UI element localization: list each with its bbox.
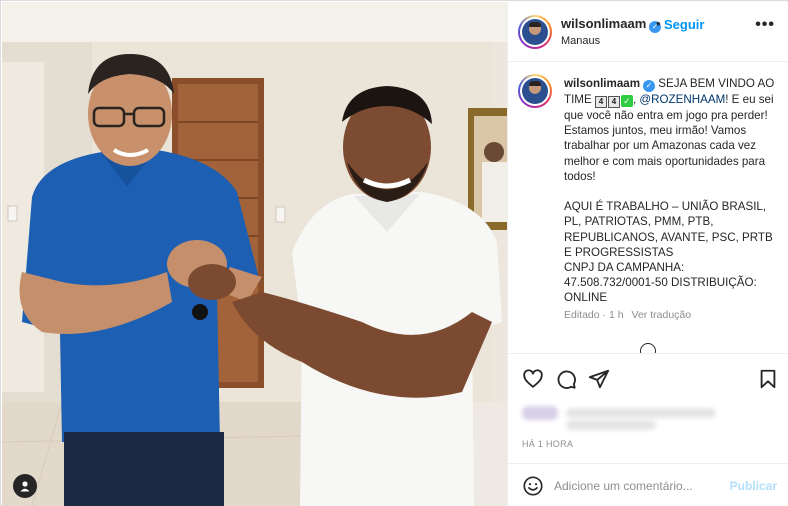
post-photo-illustration bbox=[2, 2, 507, 506]
edited-label: Editado · 1 h bbox=[564, 309, 624, 321]
author-avatar[interactable] bbox=[518, 15, 552, 49]
actions-section: HÁ 1 HORA bbox=[508, 353, 788, 463]
likes-summary-blurred bbox=[522, 406, 722, 430]
post-photo[interactable] bbox=[2, 2, 507, 506]
keycap-four-emoji: 4 bbox=[594, 96, 607, 108]
comment-input[interactable] bbox=[554, 476, 722, 496]
verified-badge-icon: ✓ bbox=[643, 80, 656, 92]
caption-section: wilsonlimaam ✓ SEJA BEM VINDO AO TIME 4 4 ✓… bbox=[508, 63, 788, 353]
bookmark-icon[interactable] bbox=[757, 368, 779, 390]
publish-button[interactable]: Publicar bbox=[730, 479, 777, 493]
comment-bar: Publicar bbox=[508, 463, 788, 506]
caption-text: wilsonlimaam ✓ SEJA BEM VINDO AO TIME 4 4 ✓… bbox=[564, 77, 775, 305]
heart-icon[interactable] bbox=[522, 368, 544, 390]
dot-separator: • bbox=[656, 16, 661, 31]
load-more-comments-icon[interactable] bbox=[640, 343, 656, 353]
keycap-four-emoji: 4 bbox=[607, 96, 620, 108]
instagram-post-modal: wilsonlimaam ✓ • Seguir Manaus ••• wilson… bbox=[0, 0, 788, 506]
mention-link[interactable]: @ROZENHAAM bbox=[639, 93, 725, 106]
post-header: wilsonlimaam ✓ • Seguir Manaus ••• bbox=[508, 2, 788, 62]
see-translation-link[interactable]: Ver tradução bbox=[632, 309, 692, 321]
more-options-icon[interactable]: ••• bbox=[755, 16, 775, 34]
post-timestamp[interactable]: HÁ 1 HORA bbox=[522, 439, 573, 449]
check-mark-emoji: ✓ bbox=[620, 95, 633, 107]
author-username-link[interactable]: wilsonlimaam ✓ bbox=[561, 16, 662, 33]
caption-username[interactable]: wilsonlimaam bbox=[564, 77, 640, 90]
emoji-icon[interactable] bbox=[522, 475, 544, 497]
post-side-panel: wilsonlimaam ✓ • Seguir Manaus ••• wilson… bbox=[507, 2, 788, 506]
author-username[interactable]: wilsonlimaam bbox=[561, 16, 646, 31]
caption-avatar[interactable] bbox=[518, 74, 552, 108]
caption-block-2: AQUI É TRABALHO – UNIÃO BRASIL, PL, PATR… bbox=[564, 200, 773, 305]
caption-meta: Editado · 1 h Ver tradução bbox=[564, 309, 691, 321]
follow-button[interactable]: Seguir bbox=[664, 17, 704, 32]
location-link[interactable]: Manaus bbox=[561, 35, 600, 47]
user-silhouette-icon bbox=[20, 481, 30, 492]
share-icon[interactable] bbox=[588, 368, 610, 390]
comment-icon[interactable] bbox=[555, 368, 577, 390]
user-tag-icon[interactable] bbox=[13, 474, 37, 498]
